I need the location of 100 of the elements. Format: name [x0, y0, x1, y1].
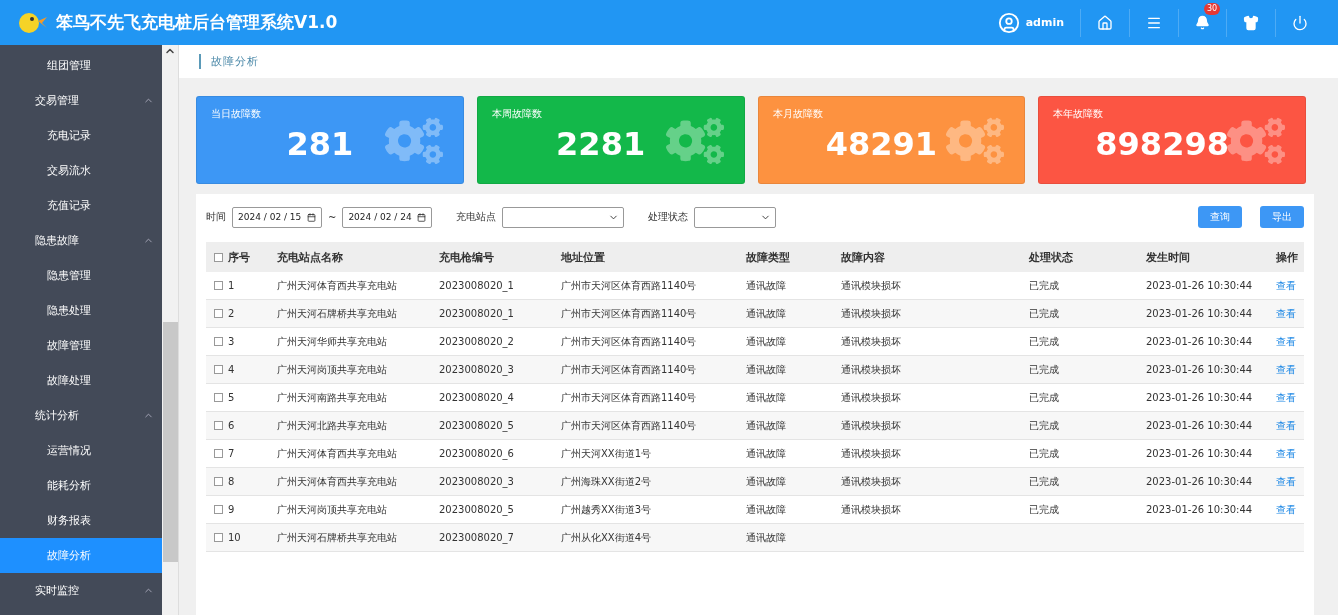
table-cell-text: 已完成 [1029, 334, 1060, 349]
group-label: 隐患故障 [35, 233, 79, 248]
table-cell-text: 通讯故障 [746, 474, 787, 489]
table-cell-text: 通讯模块损坏 [841, 502, 902, 517]
sidebar-item[interactable]: 隐患管理 [0, 258, 162, 293]
gears-icon [1227, 115, 1285, 167]
table-cell-text: 通讯模块损坏 [841, 306, 902, 321]
table-cell-text: 2023008020_3 [439, 476, 515, 487]
sidebar-group[interactable]: 统计分析 [0, 398, 162, 433]
stat-value: 281 [286, 125, 355, 163]
table-cell-text: 2023-01-26 10:30:44 [1146, 364, 1254, 375]
gears-icon [946, 115, 1005, 167]
date-field[interactable]: 2024 / 02 / 15 [232, 206, 322, 228]
field-label: 时间 [206, 210, 226, 224]
table-cell-text: 通讯故障 [746, 306, 787, 321]
sidebar-item[interactable]: 故障管理 [0, 328, 162, 363]
home-icon[interactable] [1097, 14, 1113, 31]
table-cell-text: 通讯故障 [746, 530, 787, 545]
view-link[interactable]: 查看 [1276, 390, 1296, 405]
column-header: 处理状态 [1029, 249, 1074, 265]
row-checkbox[interactable] [214, 365, 223, 374]
table-cell-text: 2023008020_6 [439, 448, 515, 459]
view-link[interactable]: 查看 [1276, 474, 1296, 489]
table-cell-text: 广州市天河区体育西路1140号 [561, 362, 698, 377]
row-checkbox[interactable] [214, 281, 223, 290]
view-link[interactable]: 查看 [1276, 418, 1296, 433]
row-checkbox[interactable] [214, 421, 223, 430]
table-cell-text: 2023-01-26 10:30:44 [1146, 392, 1254, 403]
table-cell-text: 广州从化XX街道4号 [561, 530, 653, 545]
table-cell-text: 广州天河岗顶共享充电站 [277, 362, 388, 377]
table-cell-text: 2023-01-26 10:30:44 [1146, 504, 1254, 515]
range-separator: ~ [328, 211, 337, 223]
table-cell-text: 已完成 [1029, 418, 1060, 433]
sidebar-item[interactable]: 财务报表 [0, 503, 162, 538]
table-cell-text: 已完成 [1029, 446, 1060, 461]
status-select[interactable] [694, 206, 777, 228]
table-cell-text: 广州天河南路共享充电站 [277, 390, 388, 405]
table-cell: 8 [228, 476, 235, 487]
table-cell-text: 2023-01-26 10:30:44 [1146, 476, 1254, 487]
row-checkbox[interactable] [214, 533, 223, 542]
sidebar-item[interactable]: 运营情况 [0, 433, 162, 468]
scroll-thumb[interactable] [162, 322, 178, 562]
table-cell-text: 2023008020_1 [439, 308, 515, 319]
table-cell-text: 广州市天河区体育西路1140号 [561, 334, 698, 349]
view-link[interactable]: 查看 [1276, 362, 1296, 377]
table-cell-text: 通讯故障 [746, 362, 787, 377]
view-link[interactable]: 查看 [1276, 306, 1296, 321]
sidebar-item[interactable]: 能耗分析 [0, 468, 162, 503]
table-cell-text: 通讯模块损坏 [841, 418, 902, 433]
table-cell-text: 通讯故障 [746, 446, 787, 461]
table-cell-text: 通讯故障 [746, 418, 787, 433]
table-cell-text: 2023008020_7 [439, 532, 515, 543]
table-cell: 7 [228, 448, 235, 459]
sidebar-item[interactable]: 故障处理 [0, 363, 162, 398]
table-cell: 9 [228, 504, 235, 515]
sidebar-item[interactable]: 交易流水 [0, 153, 162, 188]
date-field[interactable]: 2024 / 02 / 24 [342, 206, 433, 228]
table-cell: 10 [228, 532, 241, 543]
table-cell-text: 已完成 [1029, 502, 1060, 517]
sidebar-group[interactable]: 交易管理 [0, 83, 162, 118]
table-cell: 6 [228, 420, 235, 431]
scrollbar[interactable] [162, 45, 179, 615]
shirt-icon[interactable] [1243, 14, 1259, 31]
row-checkbox[interactable] [214, 309, 223, 318]
power-icon[interactable] [1292, 14, 1308, 31]
table-cell: 4 [228, 364, 235, 375]
column-header: 充电枪编号 [439, 249, 495, 265]
table-cell-text: 已完成 [1029, 362, 1060, 377]
row-checkbox[interactable] [214, 477, 223, 486]
sidebar-item[interactable]: 充电记录 [0, 118, 162, 153]
table-cell-text: 广州天河华师共享充电站 [277, 334, 388, 349]
group-label: 实时监控 [35, 583, 79, 598]
sidebar-item[interactable]: 充值记录 [0, 188, 162, 223]
row-checkbox[interactable] [214, 449, 223, 458]
calendar-icon [417, 212, 427, 222]
table-cell-text: 2023-01-26 10:30:44 [1146, 448, 1254, 459]
table-cell-text: 广州市天河区体育西路1140号 [561, 390, 698, 405]
row-checkbox[interactable] [214, 393, 223, 402]
sidebar-item[interactable]: 隐患处理 [0, 293, 162, 328]
column-header: 地址位置 [561, 249, 606, 265]
stat-value: 2281 [556, 125, 647, 163]
table-cell-text: 广州天河XX街道1号 [561, 446, 653, 461]
bell-icon[interactable] [1195, 15, 1210, 30]
select-all-checkbox[interactable] [214, 252, 223, 262]
view-link[interactable]: 查看 [1276, 334, 1296, 349]
table-cell-text: 2023-01-26 10:30:44 [1146, 308, 1254, 319]
table-cell-text: 2023008020_4 [439, 392, 515, 403]
sidebar-group[interactable]: 实时监控 [0, 573, 162, 608]
table-cell-text: 2023-01-26 10:30:44 [1146, 336, 1254, 347]
row-checkbox[interactable] [214, 337, 223, 346]
table-cell-text: 通讯模块损坏 [841, 334, 902, 349]
view-link[interactable]: 查看 [1276, 502, 1296, 517]
sidebar-group[interactable]: 隐患故障 [0, 223, 162, 258]
view-link[interactable]: 查看 [1276, 278, 1296, 293]
row-checkbox[interactable] [214, 505, 223, 514]
sidebar-item[interactable]: 组团管理 [0, 48, 162, 83]
stat-value: 898298 [1095, 125, 1230, 163]
view-link[interactable]: 查看 [1276, 446, 1296, 461]
station-select[interactable] [502, 206, 625, 228]
group-label: 统计分析 [35, 408, 79, 423]
